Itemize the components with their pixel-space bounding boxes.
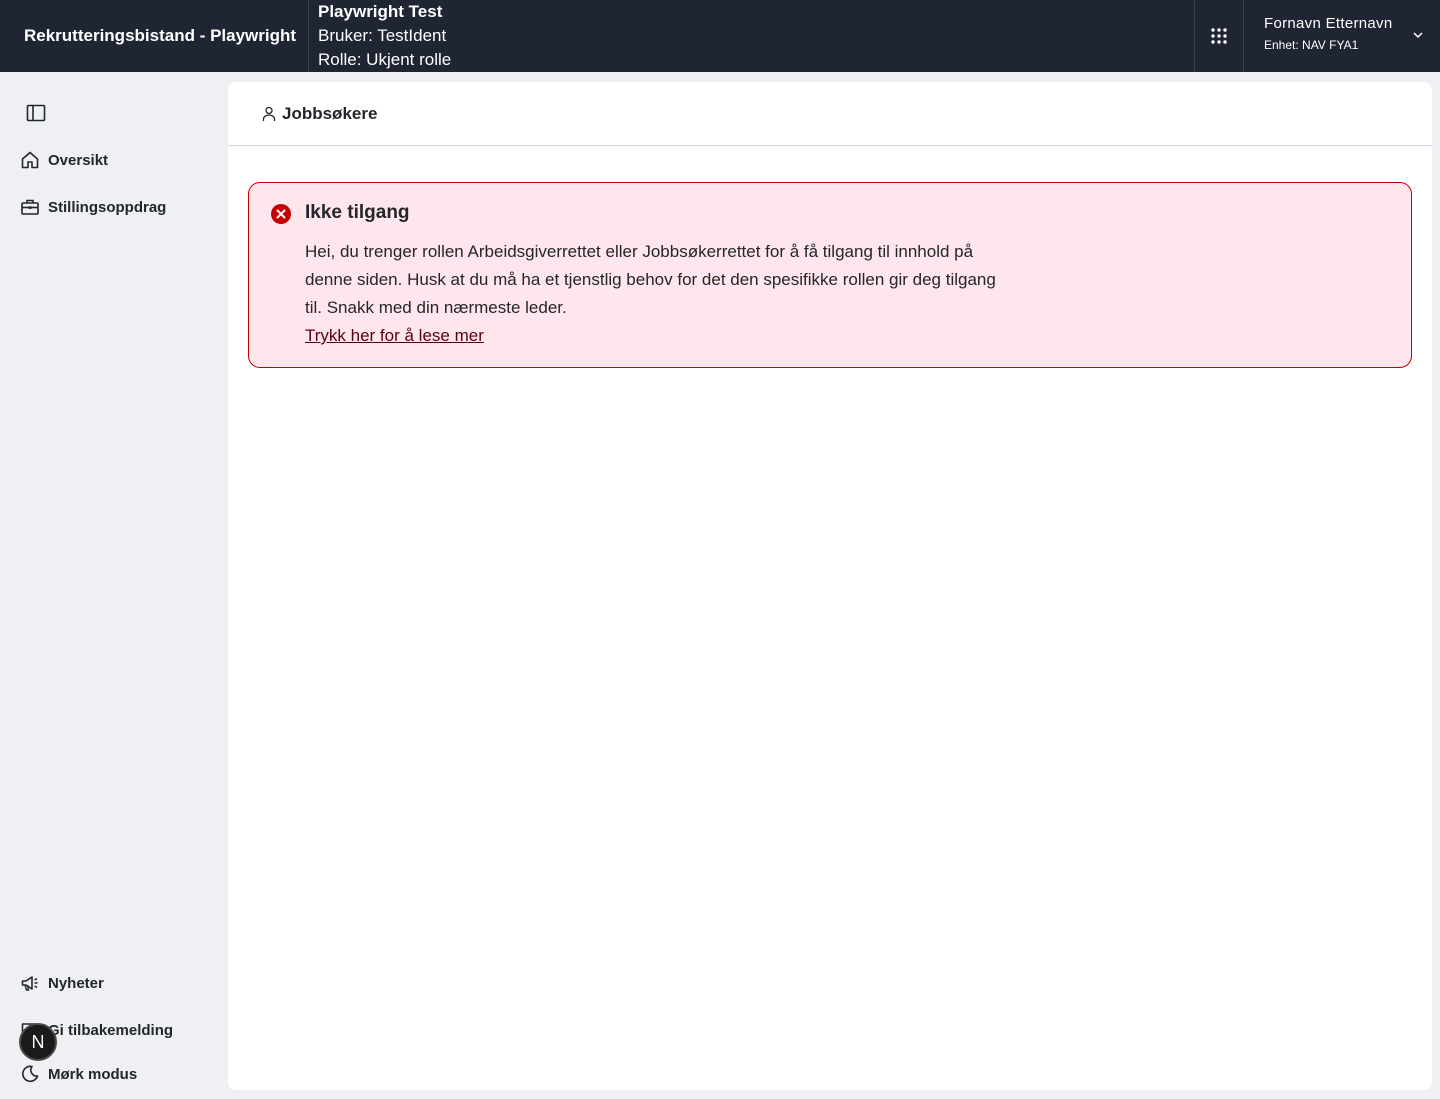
sidebar-item-label: Mørk modus	[48, 1065, 138, 1083]
briefcase-icon	[20, 197, 40, 217]
user-menu-button[interactable]: Fornavn Etternavn Enhet: NAV FYA1	[1244, 0, 1440, 72]
apps-menu-button[interactable]	[1195, 0, 1243, 72]
user-unit: Enhet: NAV FYA1	[1264, 38, 1359, 52]
chevron-down-icon	[1413, 32, 1423, 39]
user-name: Fornavn Etternavn	[1264, 15, 1393, 32]
sidebar-item-label: Nyheter	[48, 974, 104, 992]
person-icon	[262, 106, 276, 122]
sidebar-item-label: Stillingsoppdrag	[48, 198, 167, 216]
sidebar: Oversikt Stillingsoppdrag Nyheter Gi til…	[0, 73, 228, 1099]
environment-user: Bruker: TestIdent	[318, 26, 447, 45]
grid-icon	[1211, 28, 1227, 44]
environment-info: Playwright Test Bruker: TestIdent Rolle:…	[318, 0, 451, 72]
alert-title: Ikke tilgang	[305, 202, 410, 223]
sidebar-item-mork-modus[interactable]: Mørk modus	[20, 1062, 137, 1086]
sidebar-item-nyheter[interactable]: Nyheter	[20, 971, 104, 995]
alert-body: Hei, du trenger rollen Arbeidsgiverrette…	[305, 242, 996, 317]
sidebar-toggle-icon	[26, 104, 46, 122]
sidebar-item-label: Oversikt	[48, 151, 109, 169]
megaphone-icon	[20, 973, 40, 993]
sidebar-item-oversikt[interactable]: Oversikt	[20, 148, 108, 172]
avatar-button[interactable]: N	[19, 1023, 57, 1061]
environment-role: Rolle: Ukjent rolle	[318, 50, 452, 69]
house-icon	[20, 150, 40, 170]
page-title: Jobbsøkere	[282, 103, 378, 123]
top-header: Rekrutteringsbistand - Playwright Playwr…	[0, 0, 1440, 72]
collapse-sidebar-button[interactable]	[24, 101, 48, 125]
main-content: Jobbsøkere Ikke tilgang Hei, du trenger …	[228, 82, 1432, 1090]
read-more-link[interactable]: Trykk her for å lese mer	[305, 322, 484, 350]
sidebar-item-label: Gi tilbakemelding	[48, 1021, 174, 1039]
error-alert: Ikke tilgang Hei, du trenger rollen Arbe…	[248, 182, 1412, 368]
page-header: Jobbsøkere	[228, 82, 1432, 146]
moon-icon	[20, 1064, 40, 1084]
error-icon	[271, 204, 291, 224]
app-title[interactable]: Rekrutteringsbistand - Playwright	[0, 0, 309, 72]
sidebar-item-stillingsoppdrag[interactable]: Stillingsoppdrag	[20, 195, 166, 219]
environment-name: Playwright Test	[318, 2, 443, 21]
